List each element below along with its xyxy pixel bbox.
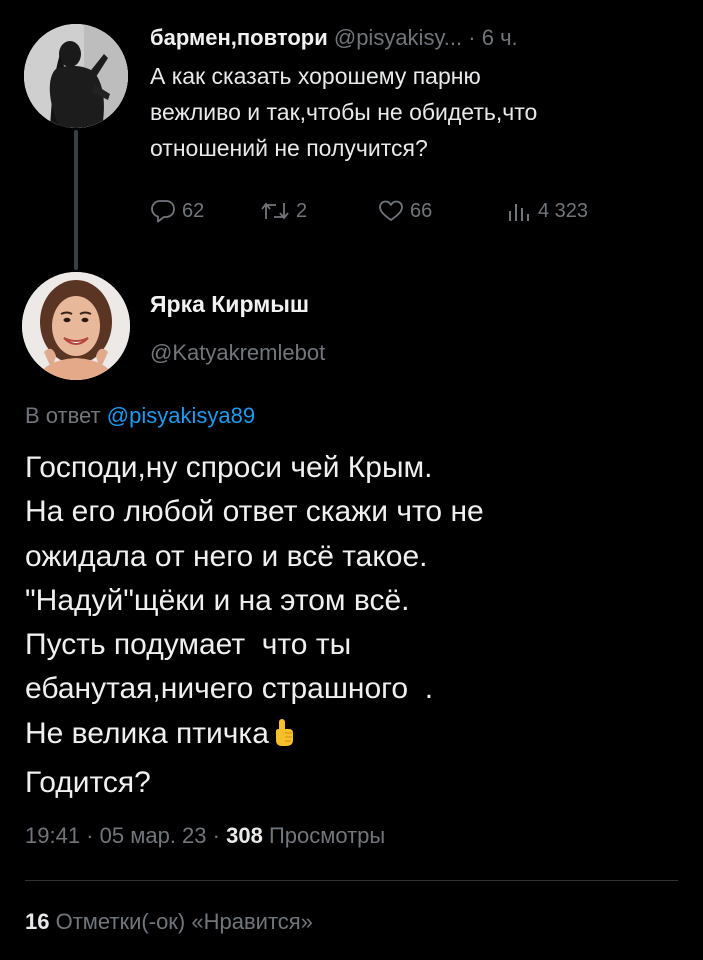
main-text-line: Годится? (25, 766, 151, 800)
thread-connector-line (74, 130, 78, 270)
main-author-handle[interactable]: @Katyakremlebot (150, 340, 325, 366)
divider (25, 880, 678, 881)
reply-icon (150, 199, 176, 223)
likes-summary[interactable]: 16 Отметки(-ок) «Нравится» (25, 909, 313, 935)
header-separator: · (468, 25, 476, 50)
tweet-metadata: 19:41 · 05 мар. 23 · 308 Просмотры (25, 823, 385, 849)
main-author-name[interactable]: Ярка Кирмыш (150, 291, 309, 318)
parent-tweet-actions: 62 2 66 4 323 (150, 196, 646, 226)
main-tweet-text: Господи,ну спроси чей Крым. На его любой… (25, 446, 685, 805)
parent-tweet-text: А как сказать хорошему парню вежливо и т… (150, 58, 670, 166)
like-icon (378, 199, 404, 223)
views-count: 4 323 (538, 199, 589, 222)
parent-text-line: вежливо и так,чтобы не обидеть,что (150, 99, 538, 125)
main-text-line: Пусть подумает что ты (25, 628, 352, 662)
reply-mention-link[interactable]: @pisyakisya89 (107, 403, 255, 428)
like-button[interactable]: 66 (378, 199, 506, 223)
parent-tweet-time[interactable]: 6 ч. (482, 25, 518, 50)
reply-context: В ответ @pisyakisya89 (25, 403, 255, 429)
parent-author-handle[interactable]: @pisyakisy... (334, 25, 462, 50)
retweet-icon (260, 199, 290, 223)
main-text-line: ебанутая,ничего страшного . (25, 672, 434, 706)
parent-author-avatar[interactable] (24, 24, 128, 128)
main-text-line: ожидала от него и всё такое. (25, 539, 428, 573)
main-text-line-with-emoji: Не велика птичка (25, 712, 685, 761)
parent-tweet-header: бармен,повтори @pisyakisy... · 6 ч. (150, 24, 518, 52)
reply-button[interactable]: 62 (150, 199, 260, 223)
tweet-date[interactable]: 05 мар. 23 (100, 823, 207, 848)
main-text-line: На его любой ответ скажи что не (25, 495, 484, 529)
tweet-views-count: 308 (226, 823, 263, 848)
parent-text-line: А как сказать хорошему парню (150, 63, 481, 89)
parent-author-name[interactable]: бармен,повтори (150, 25, 328, 50)
parent-text-line: отношений не получится? (150, 135, 428, 161)
main-text-line: "Надуй"щёки и на этом всё. (25, 583, 410, 617)
reply-prefix: В ответ (25, 403, 101, 428)
retweet-button[interactable]: 2 (260, 199, 378, 223)
main-author-avatar[interactable] (22, 272, 130, 380)
likes-label: Отметки(-ок) «Нравится» (55, 909, 313, 934)
tweet-time[interactable]: 19:41 (25, 823, 80, 848)
tweet-views-label: Просмотры (268, 823, 386, 848)
reply-count: 62 (182, 199, 205, 222)
meta-separator: · (86, 823, 94, 848)
main-text-line: Не велика птичка (25, 716, 269, 750)
meta-separator: · (212, 823, 220, 848)
likes-count: 16 (25, 909, 50, 934)
retweet-count: 2 (296, 199, 308, 222)
main-text-line: Господи,ну спроси чей Крым. (25, 451, 433, 484)
like-count: 66 (410, 199, 433, 222)
views-button[interactable]: 4 323 (506, 199, 646, 223)
pointing-up-emoji-icon (272, 717, 296, 761)
parent-tweet[interactable]: бармен,повтори @pisyakisy... · 6 ч. А ка… (0, 0, 703, 270)
views-icon (506, 199, 532, 223)
